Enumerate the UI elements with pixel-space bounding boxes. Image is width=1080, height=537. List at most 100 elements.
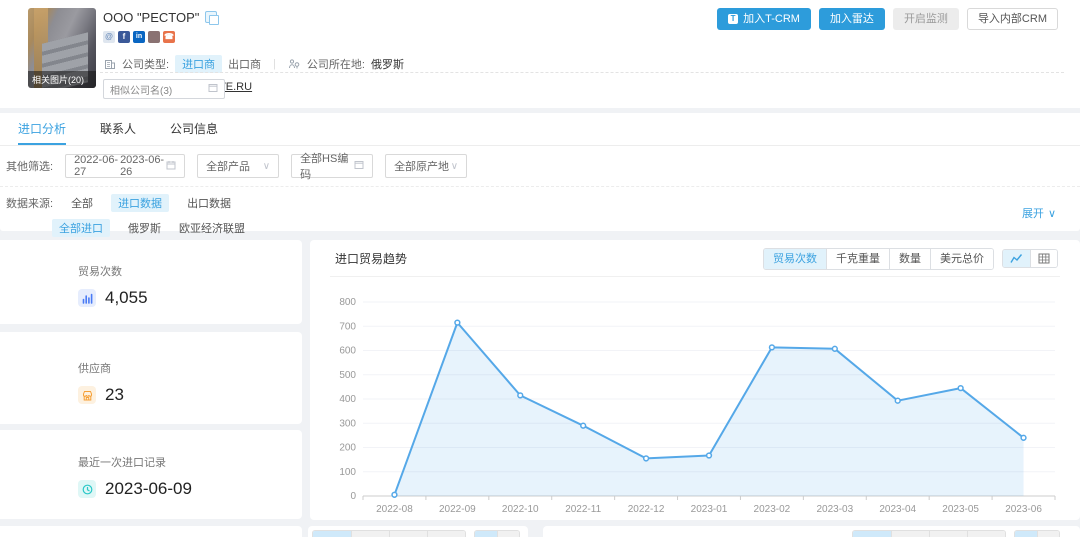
page: 相关图片(20) OOO "PECTOP" @ f in ☎ 公司类型: 进口商… — [0, 0, 1080, 537]
trade-count-label: 贸易次数 — [78, 263, 302, 279]
analysis-section: 进口分析 联系人 公司信息 其他筛选: 2022-06-27 2023-06-2… — [0, 113, 1080, 231]
header-actions: T 加入T-CRM 加入雷达 开启监测 导入内部CRM — [717, 8, 1058, 30]
svg-text:2022-09: 2022-09 — [439, 504, 476, 515]
svg-text:2023-02: 2023-02 — [754, 504, 791, 515]
origin-select-value: 全部原产地 — [394, 158, 449, 174]
tab-contacts[interactable]: 联系人 — [100, 113, 136, 145]
add-radar-button[interactable]: 加入雷达 — [819, 8, 885, 30]
company-photo[interactable]: 相关图片(20) — [28, 8, 96, 88]
svg-text:300: 300 — [339, 418, 356, 429]
trend-title: 进口贸易趋势 — [335, 250, 407, 267]
company-type-label: 公司类型: — [122, 56, 169, 72]
email-icon[interactable]: @ — [103, 31, 115, 43]
date-start: 2022-06-27 — [74, 154, 120, 178]
source-export-data[interactable]: 出口数据 — [187, 195, 231, 211]
svg-text:2022-08: 2022-08 — [376, 504, 413, 515]
add-tcrm-button[interactable]: T 加入T-CRM — [717, 8, 811, 30]
instagram-icon[interactable] — [148, 31, 160, 43]
location-icon — [288, 58, 301, 71]
scope-all-import[interactable]: 全部进口 — [52, 219, 110, 237]
svg-text:600: 600 — [339, 346, 356, 357]
shop-icon — [78, 386, 96, 404]
copy-icon[interactable] — [205, 11, 217, 23]
importer-chip[interactable]: 进口商 — [175, 55, 222, 73]
calendar-icon — [166, 160, 176, 173]
trend-chart[interactable]: 01002003004005006007008002022-082022-092… — [325, 276, 1065, 520]
phone-icon[interactable]: ☎ — [163, 31, 175, 43]
date-range-picker[interactable]: 2022-06-27 2023-06-26 — [65, 154, 185, 178]
data-source-label: 数据来源: — [6, 195, 53, 211]
trend-panel: 进口贸易趋势 贸易次数 千克重量 数量 美元总价 — [310, 240, 1080, 520]
svg-text:2023-04: 2023-04 — [879, 504, 916, 515]
metric-quantity[interactable]: 数量 — [889, 249, 930, 269]
tab-company-info[interactable]: 公司信息 — [170, 113, 218, 145]
metric-switcher: 贸易次数 千克重量 数量 美元总价 — [763, 248, 994, 270]
svg-text:2022-12: 2022-12 — [628, 504, 665, 515]
facebook-icon[interactable]: f — [118, 31, 130, 43]
header-divider — [100, 72, 1064, 73]
bottom-product-panel — [308, 526, 528, 537]
origin-select[interactable]: 全部原产地 ∨ — [385, 154, 467, 178]
svg-text:200: 200 — [339, 443, 356, 454]
chevron-down-icon: ∨ — [451, 161, 458, 172]
import-crm-button[interactable]: 导入内部CRM — [967, 8, 1058, 30]
related-images-badge[interactable]: 相关图片(20) — [28, 71, 96, 88]
metric-kg-weight[interactable]: 千克重量 — [826, 249, 889, 269]
bottom-view-switcher[interactable] — [474, 530, 520, 537]
add-radar-label: 加入雷达 — [830, 9, 874, 29]
other-filters-label: 其他筛选: — [6, 158, 53, 174]
svg-text:400: 400 — [339, 394, 356, 405]
table-view-icon[interactable] — [1030, 250, 1057, 267]
add-tcrm-label: 加入T-CRM — [743, 9, 800, 29]
import-crm-label: 导入内部CRM — [978, 9, 1047, 29]
trade-count-value: 4,055 — [105, 288, 148, 308]
svg-text:2023-03: 2023-03 — [816, 504, 853, 515]
linkedin-icon[interactable]: in — [133, 31, 145, 43]
location-value: 俄罗斯 — [371, 56, 404, 72]
window-icon — [354, 160, 364, 173]
start-monitor-button[interactable]: 开启监测 — [893, 8, 959, 30]
bottom-right-metric-switcher[interactable] — [852, 530, 1006, 537]
filter-row: 其他筛选: 2022-06-27 2023-06-26 全部产品 ∨ 全部HS编… — [0, 154, 1080, 178]
trend-chart-svg: 01002003004005006007008002022-082022-092… — [325, 276, 1065, 520]
scope-russia[interactable]: 俄罗斯 — [128, 220, 161, 236]
stat-card-suppliers: 供应商 23 — [0, 332, 302, 424]
bar-chart-icon — [78, 289, 96, 307]
bottom-left-card — [0, 526, 302, 537]
scope-eaeu[interactable]: 欧亚经济联盟 — [179, 220, 245, 236]
tab-bar: 进口分析 联系人 公司信息 — [0, 113, 1080, 146]
bottom-right-view-switcher[interactable] — [1014, 530, 1060, 537]
line-chart-view-icon[interactable] — [1003, 250, 1030, 267]
svg-text:2023-06: 2023-06 — [1005, 504, 1042, 515]
company-name: OOO "PECTOP" — [103, 10, 199, 25]
trend-controls: 贸易次数 千克重量 数量 美元总价 — [763, 248, 1058, 270]
metric-trade-count[interactable]: 贸易次数 — [764, 249, 826, 269]
bottom-metric-switcher[interactable] — [312, 530, 466, 537]
divider: | — [273, 58, 276, 70]
tab-import-analysis[interactable]: 进口分析 — [18, 113, 66, 145]
suppliers-value: 23 — [105, 385, 124, 405]
svg-text:2023-01: 2023-01 — [691, 504, 728, 515]
chevron-down-icon: ∨ — [263, 161, 270, 172]
metric-usd-total[interactable]: 美元总价 — [930, 249, 993, 269]
last-import-value: 2023-06-09 — [105, 479, 192, 499]
source-import-data[interactable]: 进口数据 — [111, 194, 169, 212]
start-monitor-label: 开启监测 — [904, 9, 948, 29]
expand-toggle[interactable]: 展开 ∨ — [1022, 205, 1056, 221]
exporter-label[interactable]: 出口商 — [228, 56, 261, 72]
stat-card-trade-count: 贸易次数 4,055 — [0, 240, 302, 324]
svg-text:2022-11: 2022-11 — [565, 504, 601, 515]
building-icon — [103, 58, 116, 71]
chevron-down-icon: ∨ — [1048, 207, 1056, 220]
view-switcher — [1002, 249, 1058, 268]
window-icon — [208, 83, 218, 96]
svg-text:100: 100 — [339, 467, 356, 478]
location-label: 公司所在地: — [307, 56, 365, 72]
tcrm-icon: T — [728, 14, 738, 24]
product-select-value: 全部产品 — [206, 158, 250, 174]
source-all[interactable]: 全部 — [71, 195, 93, 211]
svg-text:2023-05: 2023-05 — [942, 504, 979, 515]
product-select[interactable]: 全部产品 ∨ — [197, 154, 279, 178]
hs-code-select[interactable]: 全部HS编码 — [291, 154, 373, 178]
similar-companies-select[interactable]: 相似公司名(3) — [103, 79, 225, 99]
